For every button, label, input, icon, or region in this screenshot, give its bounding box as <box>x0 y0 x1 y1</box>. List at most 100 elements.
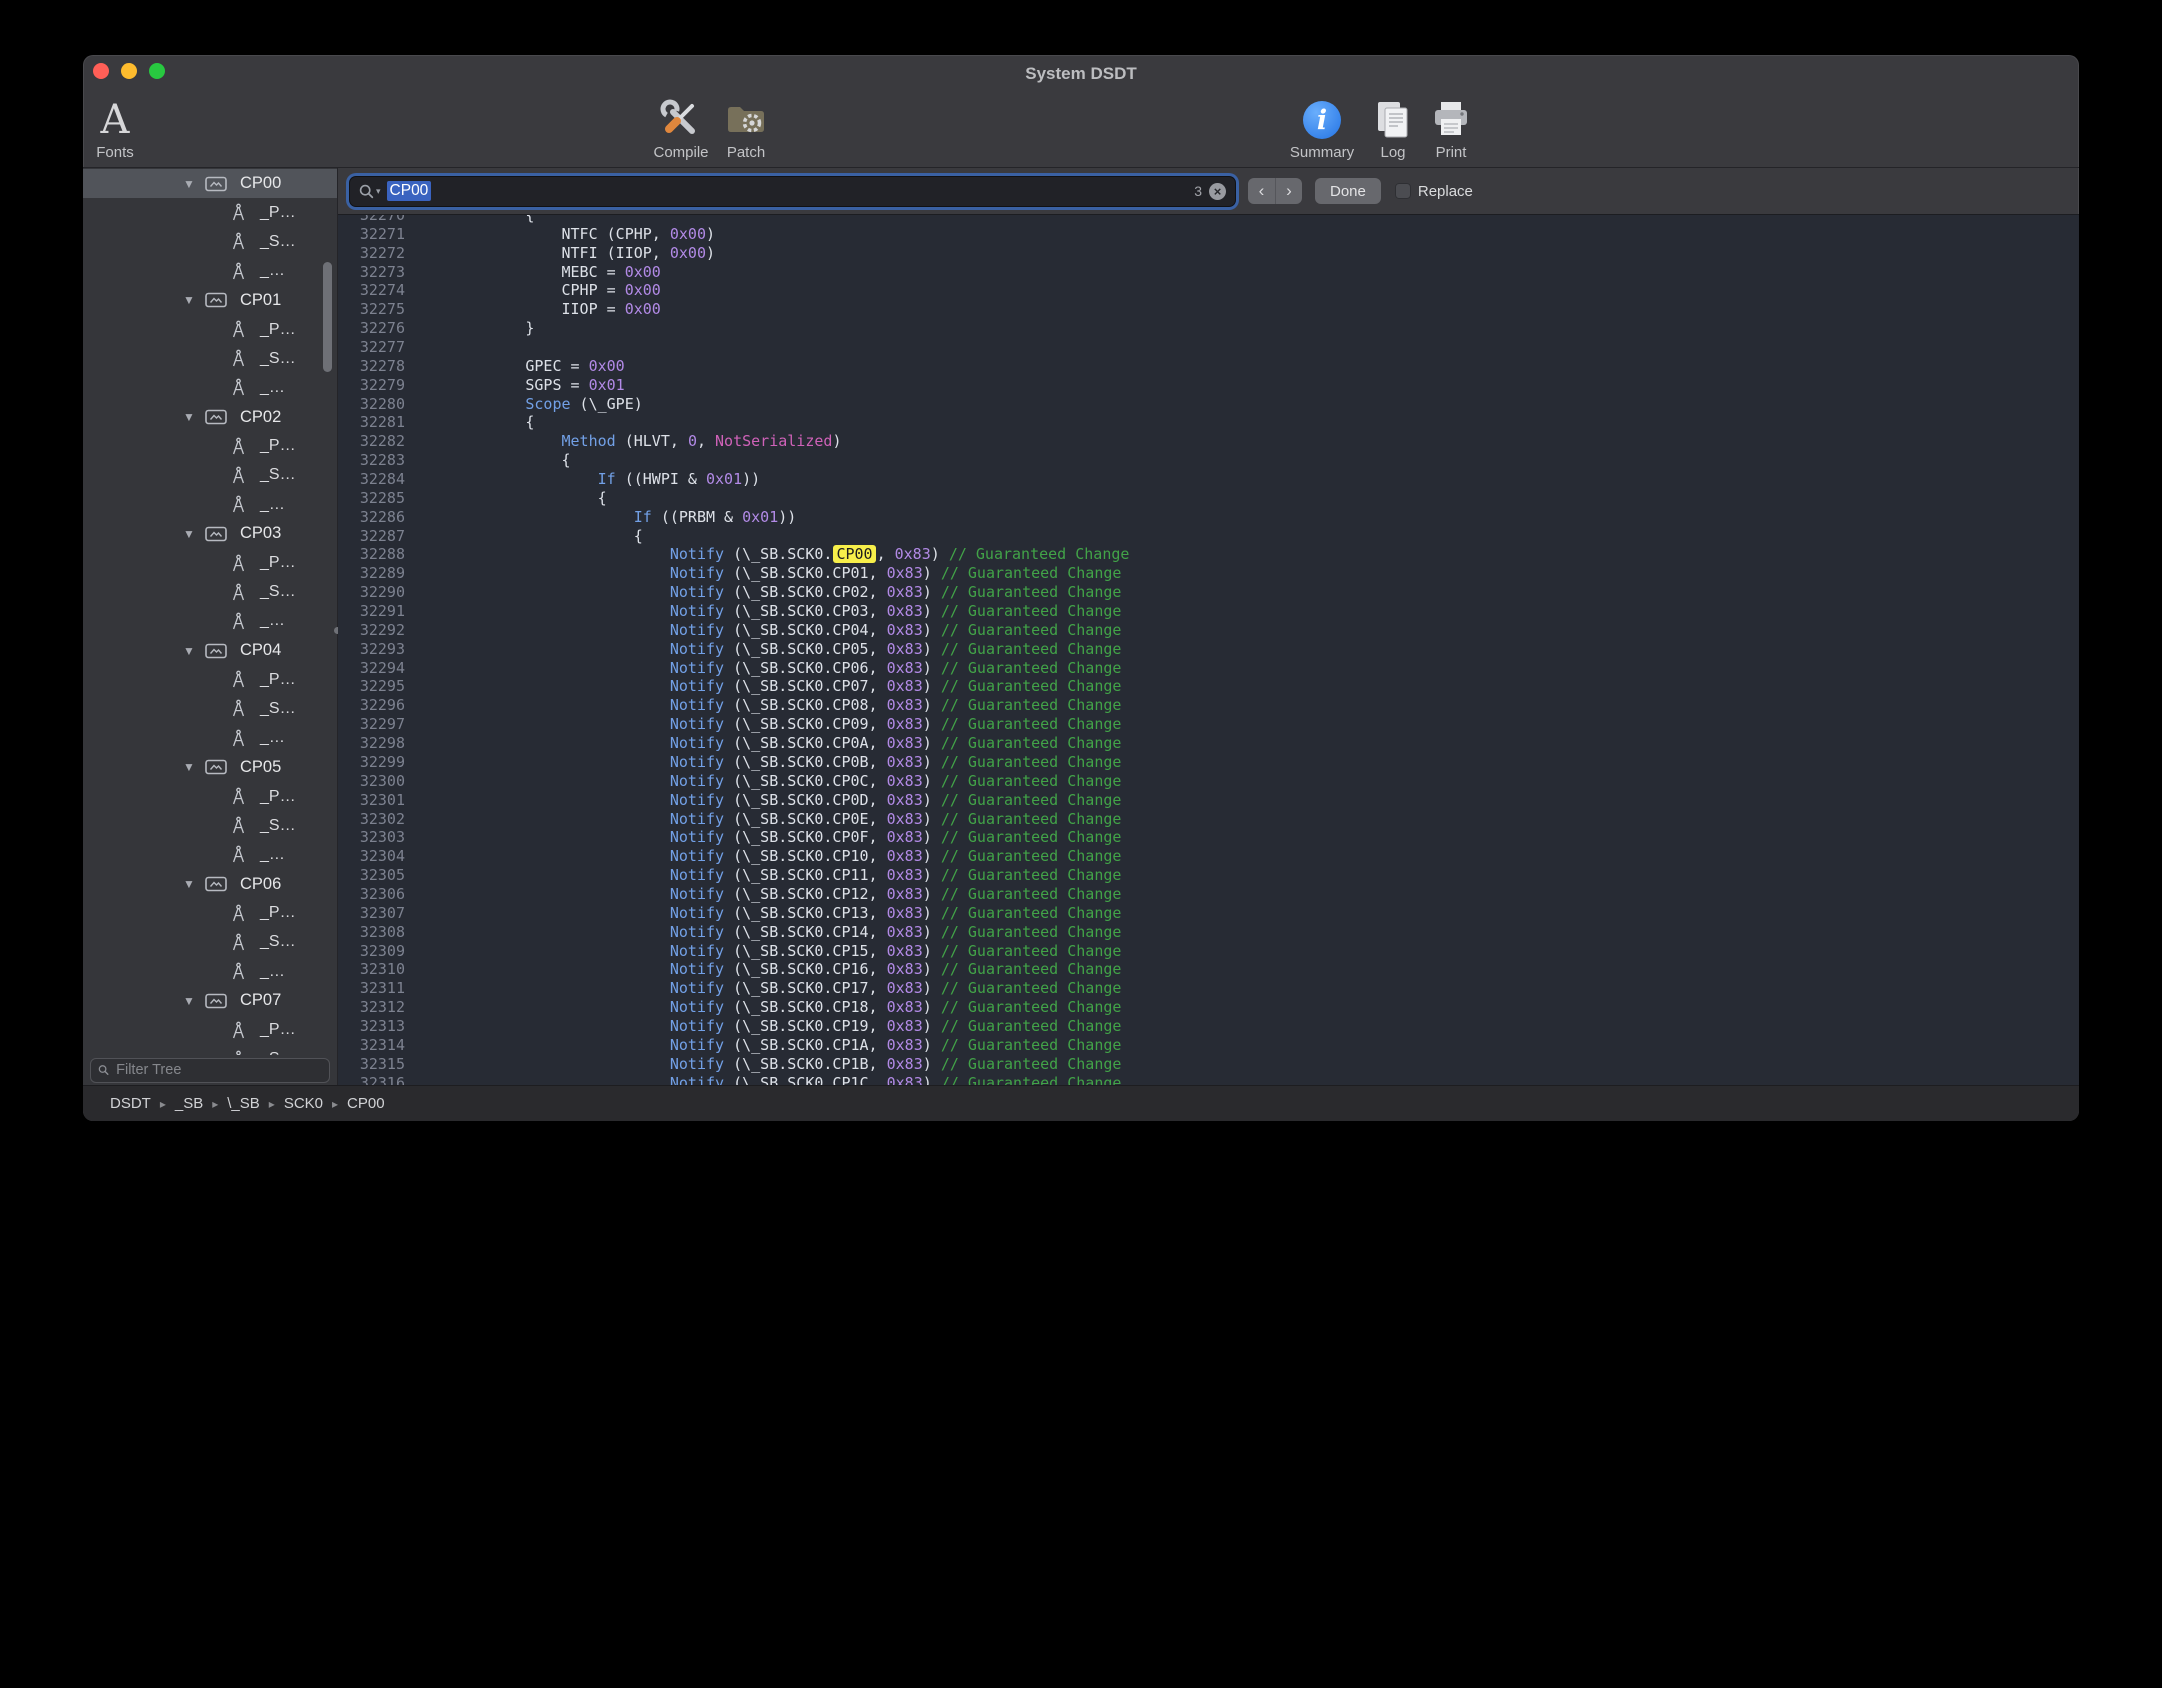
code-line[interactable]: 32270 { <box>338 215 2079 225</box>
tree-item-method[interactable]: _P… <box>83 1015 337 1044</box>
disclosure-triangle-icon[interactable]: ▼ <box>183 760 201 774</box>
sidebar-scrollbar[interactable] <box>323 262 332 372</box>
tree-item-method[interactable]: _… <box>83 840 337 869</box>
tree-item-method[interactable]: _S… <box>83 344 337 373</box>
tree-item-method[interactable]: _S… <box>83 694 337 723</box>
tree-item-cp06[interactable]: ▼CP06 <box>83 870 337 899</box>
code-line[interactable]: 32308 Notify (\_SB.SCK0.CP14, 0x83) // G… <box>338 923 2079 942</box>
code-line[interactable]: 32304 Notify (\_SB.SCK0.CP10, 0x83) // G… <box>338 847 2079 866</box>
search-menu-chevron-icon[interactable]: ▾ <box>376 186 381 197</box>
code-line[interactable]: 32279 SGPS = 0x01 <box>338 376 2079 395</box>
tree-item-method[interactable]: _… <box>83 490 337 519</box>
code-line[interactable]: 32286 If ((PRBM & 0x01)) <box>338 508 2079 527</box>
replace-checkbox[interactable] <box>1395 183 1411 199</box>
tree-item-method[interactable]: _P… <box>83 548 337 577</box>
toolbar-fonts-button[interactable]: AFonts <box>83 96 163 161</box>
code-line[interactable]: 32295 Notify (\_SB.SCK0.CP07, 0x83) // G… <box>338 677 2079 696</box>
code-line[interactable]: 32311 Notify (\_SB.SCK0.CP17, 0x83) // G… <box>338 979 2079 998</box>
code-line[interactable]: 32297 Notify (\_SB.SCK0.CP09, 0x83) // G… <box>338 715 2079 734</box>
code-line[interactable]: 32292 Notify (\_SB.SCK0.CP04, 0x83) // G… <box>338 621 2079 640</box>
toolbar-print-button[interactable]: Print <box>1403 96 1499 161</box>
tree-item-method[interactable]: _P… <box>83 665 337 694</box>
minimize-button[interactable] <box>121 63 137 79</box>
tree-item-method[interactable]: _… <box>83 373 337 402</box>
code-line[interactable]: 32316 Notify (\_SB.SCK0.CP1C, 0x83) // G… <box>338 1074 2079 1085</box>
tree-item-cp03[interactable]: ▼CP03 <box>83 519 337 548</box>
tree-item-method[interactable]: _S… <box>83 461 337 490</box>
tree-item-cp00[interactable]: ▼CP00 <box>83 169 337 198</box>
code-line[interactable]: 32293 Notify (\_SB.SCK0.CP05, 0x83) // G… <box>338 640 2079 659</box>
disclosure-triangle-icon[interactable]: ▼ <box>183 994 201 1008</box>
tree-item-method[interactable]: _P… <box>83 315 337 344</box>
toolbar-patch-button[interactable]: Patch <box>698 96 794 161</box>
tree-item-method[interactable]: _S… <box>83 811 337 840</box>
zoom-button[interactable] <box>149 63 165 79</box>
find-input[interactable]: ▾ CP00 3 × <box>350 177 1235 206</box>
code-line[interactable]: 32287 { <box>338 527 2079 546</box>
code-line[interactable]: 32285 { <box>338 489 2079 508</box>
code-line[interactable]: 32315 Notify (\_SB.SCK0.CP1B, 0x83) // G… <box>338 1055 2079 1074</box>
code-line[interactable]: 32296 Notify (\_SB.SCK0.CP08, 0x83) // G… <box>338 696 2079 715</box>
code-line[interactable]: 32291 Notify (\_SB.SCK0.CP03, 0x83) // G… <box>338 602 2079 621</box>
tree-item-method[interactable]: _S… <box>83 1045 337 1055</box>
code-line[interactable]: 32283 { <box>338 451 2079 470</box>
tree-item-method[interactable]: _P… <box>83 432 337 461</box>
done-button[interactable]: Done <box>1315 178 1381 204</box>
code-line[interactable]: 32277 <box>338 338 2079 357</box>
code-line[interactable]: 32288 Notify (\_SB.SCK0.CP00, 0x83) // G… <box>338 545 2079 564</box>
find-clear-button[interactable]: × <box>1209 183 1226 200</box>
code-line[interactable]: 32303 Notify (\_SB.SCK0.CP0F, 0x83) // G… <box>338 828 2079 847</box>
tree-item-cp05[interactable]: ▼CP05 <box>83 753 337 782</box>
code-line[interactable]: 32276 } <box>338 319 2079 338</box>
disclosure-triangle-icon[interactable]: ▼ <box>183 644 201 658</box>
disclosure-triangle-icon[interactable]: ▼ <box>183 410 201 424</box>
code-line[interactable]: 32299 Notify (\_SB.SCK0.CP0B, 0x83) // G… <box>338 753 2079 772</box>
tree-item-cp07[interactable]: ▼CP07 <box>83 986 337 1015</box>
code-line[interactable]: 32281 { <box>338 413 2079 432</box>
filter-tree-input[interactable] <box>114 1061 322 1079</box>
code-editor[interactable]: 32270 {32271 NTFC (CPHP, 0x00)32272 NTFI… <box>338 215 2079 1085</box>
find-next-button[interactable]: › <box>1275 178 1302 204</box>
breadcrumb-item-sb[interactable]: \_SB <box>227 1095 260 1112</box>
code-line[interactable]: 32302 Notify (\_SB.SCK0.CP0E, 0x83) // G… <box>338 810 2079 829</box>
tree-item-method[interactable]: _P… <box>83 782 337 811</box>
code-line[interactable]: 32282 Method (HLVT, 0, NotSerialized) <box>338 432 2079 451</box>
code-line[interactable]: 32306 Notify (\_SB.SCK0.CP12, 0x83) // G… <box>338 885 2079 904</box>
tree-item-method[interactable]: _S… <box>83 578 337 607</box>
breadcrumb-item-sb[interactable]: _SB <box>175 1095 203 1112</box>
tree-item-method[interactable]: _… <box>83 957 337 986</box>
tree-item-method[interactable]: _S… <box>83 928 337 957</box>
code-line[interactable]: 32273 MEBC = 0x00 <box>338 263 2079 282</box>
code-line[interactable]: 32300 Notify (\_SB.SCK0.CP0C, 0x83) // G… <box>338 772 2079 791</box>
code-line[interactable]: 32289 Notify (\_SB.SCK0.CP01, 0x83) // G… <box>338 564 2079 583</box>
code-line[interactable]: 32272 NTFI (IIOP, 0x00) <box>338 244 2079 263</box>
tree-item-method[interactable]: _P… <box>83 899 337 928</box>
tree-item-method[interactable]: _… <box>83 724 337 753</box>
code-line[interactable]: 32310 Notify (\_SB.SCK0.CP16, 0x83) // G… <box>338 960 2079 979</box>
disclosure-triangle-icon[interactable]: ▼ <box>183 527 201 541</box>
tree-item-method[interactable]: _… <box>83 257 337 286</box>
tree-item-cp02[interactable]: ▼CP02 <box>83 403 337 432</box>
code-line[interactable]: 32275 IIOP = 0x00 <box>338 300 2079 319</box>
code-line[interactable]: 32309 Notify (\_SB.SCK0.CP15, 0x83) // G… <box>338 942 2079 961</box>
code-line[interactable]: 32294 Notify (\_SB.SCK0.CP06, 0x83) // G… <box>338 659 2079 678</box>
tree-item-cp04[interactable]: ▼CP04 <box>83 636 337 665</box>
code-line[interactable]: 32280 Scope (\_GPE) <box>338 395 2079 414</box>
code-line[interactable]: 32307 Notify (\_SB.SCK0.CP13, 0x83) // G… <box>338 904 2079 923</box>
breadcrumb-item-sck0[interactable]: SCK0 <box>284 1095 323 1112</box>
code-line[interactable]: 32312 Notify (\_SB.SCK0.CP18, 0x83) // G… <box>338 998 2079 1017</box>
filter-field[interactable] <box>90 1058 330 1083</box>
tree-item-method[interactable]: _P… <box>83 198 337 227</box>
code-line[interactable]: 32274 CPHP = 0x00 <box>338 281 2079 300</box>
breadcrumb-item-cp00[interactable]: CP00 <box>347 1095 385 1112</box>
title-bar[interactable]: System DSDT <box>83 55 2079 91</box>
code-line[interactable]: 32271 NTFC (CPHP, 0x00) <box>338 225 2079 244</box>
code-line[interactable]: 32298 Notify (\_SB.SCK0.CP0A, 0x83) // G… <box>338 734 2079 753</box>
code-line[interactable]: 32305 Notify (\_SB.SCK0.CP11, 0x83) // G… <box>338 866 2079 885</box>
code-line[interactable]: 32278 GPEC = 0x00 <box>338 357 2079 376</box>
code-line[interactable]: 32284 If ((HWPI & 0x01)) <box>338 470 2079 489</box>
close-button[interactable] <box>93 63 109 79</box>
breadcrumb-item-dsdt[interactable]: DSDT <box>110 1095 151 1112</box>
tree-item-cp01[interactable]: ▼CP01 <box>83 286 337 315</box>
disclosure-triangle-icon[interactable]: ▼ <box>183 293 201 307</box>
